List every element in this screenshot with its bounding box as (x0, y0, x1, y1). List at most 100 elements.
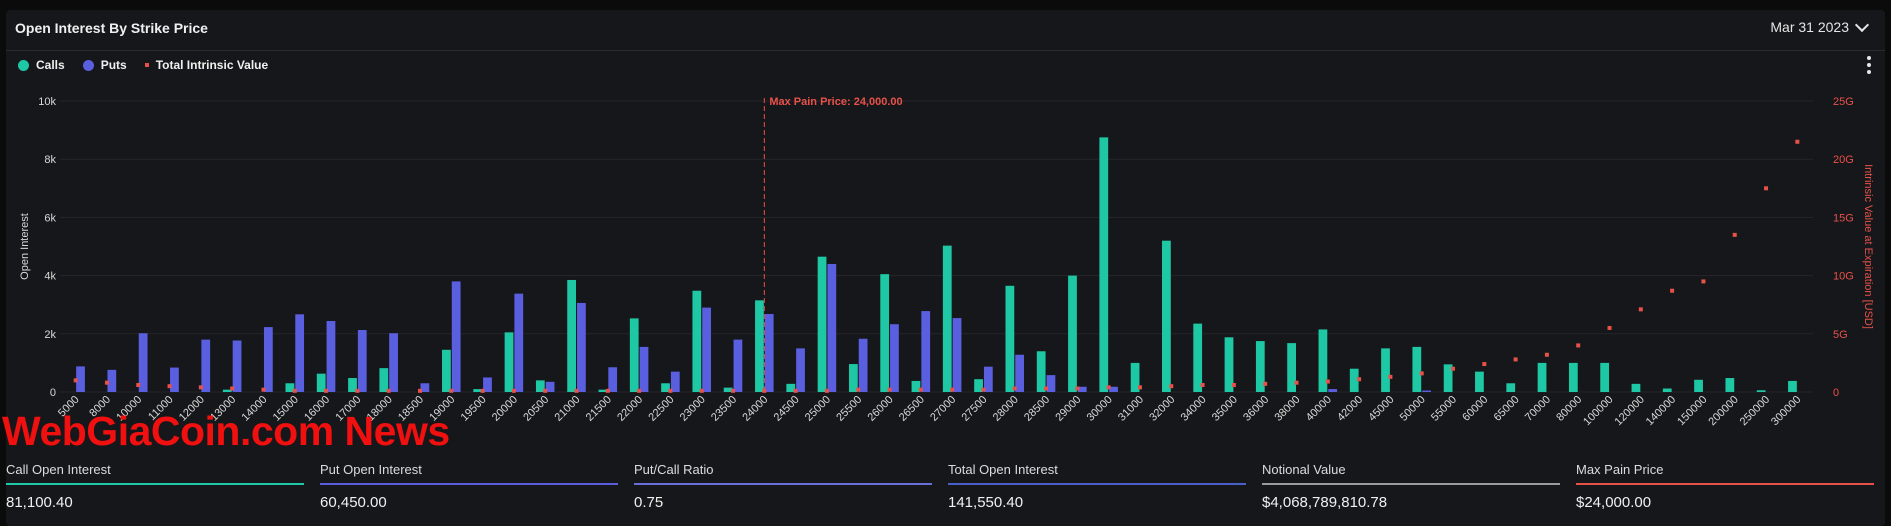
intrinsic-point (887, 387, 892, 392)
calls-bar (1694, 379, 1703, 392)
puts-bar (921, 311, 931, 392)
puts-bar (514, 293, 524, 392)
intrinsic-point (1451, 366, 1456, 371)
x-tick-label: 250000 (1738, 394, 1772, 428)
calls-bar (629, 318, 639, 392)
y2-tick-label: 20G (1833, 154, 1854, 166)
y-tick-label: 8k (44, 154, 56, 166)
x-tick-label: 140000 (1644, 394, 1678, 428)
intrinsic-point (637, 388, 642, 393)
calls-bar (1568, 362, 1578, 392)
x-tick-label: 25500 (834, 394, 864, 424)
puts-bar (608, 367, 618, 392)
x-tick-label: 22500 (646, 394, 676, 424)
puts-bar (295, 314, 305, 392)
puts-bar (1015, 354, 1025, 392)
stat-underline (320, 483, 618, 485)
intrinsic-point (856, 387, 861, 392)
intrinsic-point (1670, 288, 1675, 293)
x-tick-label: 21500 (584, 394, 614, 424)
y2-axis-title: Intrinsic Value at Expiration [USD] (1862, 164, 1874, 329)
intrinsic-point (1388, 374, 1393, 379)
puts-bar (1422, 390, 1431, 392)
y-tick-label: 10k (38, 96, 56, 108)
calls-bar (1162, 240, 1171, 392)
intrinsic-point (1263, 381, 1268, 386)
x-tick-label: 23000 (678, 394, 708, 424)
intrinsic-point (981, 387, 986, 392)
x-tick-label: 21000 (553, 394, 583, 424)
calls-bar (942, 245, 952, 392)
intrinsic-point (449, 388, 454, 393)
intrinsic-point (136, 383, 141, 388)
y2-tick-label: 5G (1833, 329, 1848, 341)
stat-underline (634, 483, 932, 485)
calls-bar (692, 290, 702, 392)
intrinsic-point (1701, 279, 1706, 284)
y-tick-label: 2k (44, 329, 56, 341)
x-tick-label: 100000 (1581, 394, 1615, 428)
puts-bar (170, 367, 179, 392)
max-pain-label: Max Pain Price: 24,000.00 (769, 96, 902, 108)
intrinsic-point (793, 388, 798, 393)
x-tick-label: 150000 (1675, 394, 1709, 428)
calls-bar (1099, 137, 1109, 392)
x-tick-label: 40000 (1304, 394, 1334, 424)
y2-tick-label: 25G (1833, 96, 1854, 108)
intrinsic-point (1544, 352, 1549, 357)
intrinsic-point (511, 388, 516, 393)
calls-bar (1005, 285, 1015, 392)
calls-bar (1381, 348, 1390, 392)
intrinsic-point (261, 387, 266, 392)
stat-label: Put/Call Ratio (634, 462, 714, 477)
puts-bar (357, 330, 367, 392)
calls-bar (379, 368, 389, 392)
intrinsic-point (230, 386, 235, 391)
stat-value: 60,450.00 (320, 494, 387, 511)
intrinsic-point (1513, 357, 1518, 362)
x-tick-label: 36000 (1241, 394, 1271, 424)
intrinsic-point (1012, 386, 1017, 391)
intrinsic-point (355, 388, 360, 393)
intrinsic-point (1106, 385, 1111, 390)
x-tick-label: 65000 (1492, 394, 1522, 424)
intrinsic-point (605, 388, 610, 393)
puts-bar (1328, 389, 1338, 392)
x-tick-label: 26500 (897, 394, 927, 424)
intrinsic-point (1419, 371, 1424, 376)
x-tick-label: 300000 (1769, 394, 1803, 428)
x-tick-label: 31000 (1116, 394, 1146, 424)
intrinsic-point (950, 387, 955, 392)
calls-bar (1193, 323, 1203, 392)
x-tick-label: 22000 (615, 394, 645, 424)
calls-bar (1412, 346, 1422, 392)
intrinsic-point (324, 388, 329, 393)
intrinsic-point (1795, 139, 1800, 144)
intrinsic-point (480, 388, 485, 393)
puts-bar (827, 263, 837, 392)
calls-bar (567, 279, 577, 392)
intrinsic-point (699, 388, 704, 393)
intrinsic-point (1482, 362, 1487, 367)
x-tick-label: 29000 (1053, 394, 1083, 424)
intrinsic-point (1075, 386, 1080, 391)
intrinsic-point (167, 384, 172, 389)
watermark-text: WebGiaCoin.com News (2, 408, 450, 454)
stat-underline (948, 483, 1246, 485)
x-tick-label: 35000 (1210, 394, 1240, 424)
intrinsic-point (1044, 386, 1049, 391)
intrinsic-point (1325, 379, 1330, 384)
x-tick-label: 28000 (991, 394, 1021, 424)
puts-bar (326, 320, 336, 392)
puts-bar (232, 340, 242, 392)
calls-bar (1662, 388, 1672, 392)
intrinsic-point (1169, 384, 1174, 389)
puts-bar (389, 333, 398, 392)
intrinsic-point (104, 380, 109, 385)
calls-bar (504, 332, 514, 392)
stat-underline (1262, 483, 1560, 485)
intrinsic-point (824, 388, 829, 393)
calls-bar (880, 274, 890, 392)
x-tick-label: 20500 (521, 394, 551, 424)
stat-underline (6, 483, 304, 485)
